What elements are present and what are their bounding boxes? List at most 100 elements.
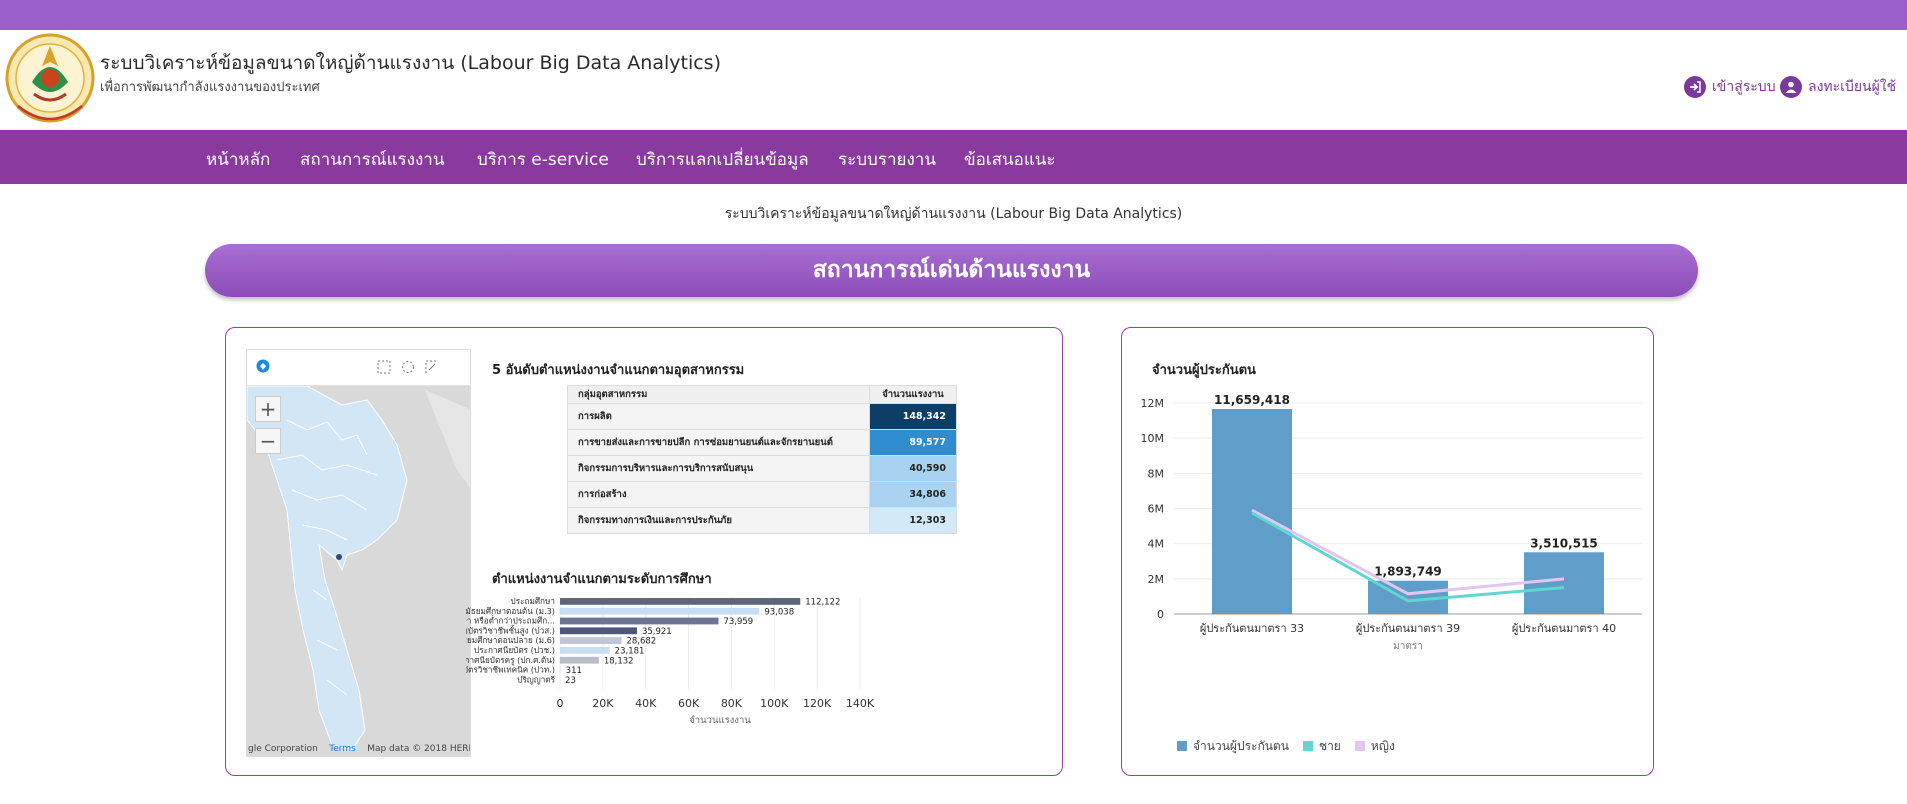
map-credit: gle Corporation Terms Map data © 2018 HE… bbox=[247, 744, 470, 754]
category-label: มัธยมศึกษาตอนปลาย (ม.6) bbox=[466, 635, 555, 645]
industry-count-cell: 34,806 bbox=[869, 481, 957, 508]
nav-item-e-service[interactable]: บริการ e-service bbox=[477, 146, 609, 173]
category-label: ประกาศนียบัตรวิชาชีพเทคนิค (ปวท.) bbox=[466, 665, 555, 675]
industry-count-cell: 40,590 bbox=[869, 455, 957, 482]
education-bar bbox=[560, 666, 561, 674]
y-tick-label: 4M bbox=[1148, 538, 1165, 551]
map-terms-link[interactable]: Terms bbox=[329, 744, 356, 754]
category-label: มัธยมศึกษาตอนต้น (ม.3) bbox=[466, 606, 555, 616]
category-label: ไม่ได้รับการศึกษา หรือต่ำกว่าประถมศึก... bbox=[466, 615, 555, 626]
bar-value-label: 23 bbox=[565, 676, 576, 686]
education-bar bbox=[560, 656, 599, 664]
section-banner: สถานการณ์เด่นด้านแรงงาน bbox=[205, 244, 1698, 297]
legend-item-male[interactable]: ชาย bbox=[1302, 737, 1341, 756]
category-label: ประกาศนียบัตร (ปวช.) bbox=[474, 645, 555, 655]
ministry-seal-icon[interactable] bbox=[4, 32, 96, 130]
bar-value-label: 28,682 bbox=[626, 637, 656, 647]
bar-value-label: 35,921 bbox=[642, 627, 672, 637]
lasso-tool-icon[interactable] bbox=[401, 360, 415, 374]
legend-item-total[interactable]: จำนวนผู้ประกันตน bbox=[1177, 737, 1289, 756]
register-label: ลงทะเบียนผู้ใช้ bbox=[1808, 79, 1897, 95]
industry-count-cell: 12,303 bbox=[869, 507, 957, 534]
map-pin-icon[interactable] bbox=[256, 359, 270, 373]
industry-count-cell: 89,577 bbox=[869, 429, 957, 456]
y-tick-label: 8M bbox=[1148, 467, 1165, 480]
category-label: ผู้ประกันตนมาตรา 39 bbox=[1356, 622, 1460, 635]
bar-value-label: 93,038 bbox=[764, 607, 794, 617]
education-bar bbox=[560, 627, 637, 635]
site-title: ระบบวิเคราะห์ข้อมูลขนาดใหญ่ด้านแรงงาน (L… bbox=[100, 52, 721, 74]
bar-value-label: 3,510,515 bbox=[1530, 536, 1598, 550]
login-icon bbox=[1684, 76, 1706, 98]
education-bar bbox=[560, 647, 610, 654]
y-tick-label: 10M bbox=[1141, 432, 1165, 445]
register-link[interactable]: ลงทะเบียนผู้ใช้ bbox=[1780, 76, 1896, 98]
nav-item-feedback[interactable]: ข้อเสนอแนะ bbox=[964, 146, 1056, 173]
zoom-in-button[interactable]: + bbox=[255, 396, 281, 422]
education-bar bbox=[560, 637, 622, 644]
education-bar bbox=[560, 676, 561, 684]
y-tick-label: 6M bbox=[1148, 503, 1165, 516]
map-credit-here: Map data © 2018 HERE bbox=[367, 744, 471, 754]
table-row[interactable]: กิจกรรมทางการเงินและการประกันภัย 12,303 bbox=[567, 507, 957, 534]
category-label: ผู้ประกันตนมาตรา 33 bbox=[1200, 622, 1304, 635]
industry-count-cell: 148,342 bbox=[869, 403, 957, 430]
x-axis-title: จำนวนแรงงาน bbox=[689, 715, 751, 726]
bar-value-label: 311 bbox=[566, 666, 582, 676]
table-header-row: กลุ่มอุตสาหกรรม จำนวนแรงงาน bbox=[567, 385, 957, 404]
category-label: ปริญญาตรี bbox=[517, 674, 555, 684]
x-tick-label: 80K bbox=[721, 697, 743, 710]
bar-value-label: 1,893,749 bbox=[1374, 565, 1442, 579]
insured-persons-panel: จำนวนผู้ประกันตน 0 2M 4M 6M 8M 10M 12M 11,659,4… bbox=[1121, 327, 1654, 776]
insured-chart-legend: จำนวนผู้ประกันตน ชาย หญิง bbox=[1177, 737, 1395, 756]
table-row[interactable]: การขายส่งและการขายปลีก การซ่อมยานยนต์และ… bbox=[567, 429, 957, 456]
legend-item-female[interactable]: หญิง bbox=[1354, 737, 1395, 756]
table-row[interactable]: กิจกรรมการบริหารและการบริการสนับสนุน 40,5… bbox=[567, 455, 957, 482]
table-row[interactable]: การผลิต 148,342 bbox=[567, 403, 957, 430]
bar-value-label: 73,959 bbox=[723, 617, 753, 627]
x-tick-label: 60K bbox=[678, 697, 700, 710]
thailand-map[interactable]: + − gle Corporation Terms Map data © 201… bbox=[246, 349, 471, 757]
y-tick-label: 0 bbox=[1157, 608, 1164, 621]
x-tick-label: 0 bbox=[557, 697, 564, 710]
x-tick-label: 20K bbox=[592, 697, 614, 710]
insured-combo-chart: 0 2M 4M 6M 8M 10M 12M 11,659,418 ผู้ประกันตนมาตร… bbox=[1141, 393, 1642, 652]
industry-name-cell: การขายส่งและการขายปลีก การซ่อมยานยนต์และ… bbox=[567, 429, 870, 456]
labour-positions-panel: + − gle Corporation Terms Map data © 201… bbox=[225, 327, 1063, 776]
nav-item-home[interactable]: หน้าหลัก bbox=[206, 146, 270, 173]
site-subtitle: เพื่อการพัฒนากำลังแรงงานของประเทศ bbox=[100, 80, 320, 95]
industry-name-cell: กิจกรรมทางการเงินและการประกันภัย bbox=[567, 507, 870, 534]
industry-name-cell: การก่อสร้าง bbox=[567, 481, 870, 508]
col-header-industry: กลุ่มอุตสาหกรรม bbox=[567, 385, 870, 404]
bar-value-label: 23,181 bbox=[615, 647, 645, 657]
login-link[interactable]: เข้าสู่ระบบ bbox=[1684, 76, 1776, 98]
main-nav: หน้าหลัก สถานการณ์แรงงาน บริการ e-servic… bbox=[0, 130, 1907, 184]
nav-item-reports[interactable]: ระบบรายงาน bbox=[838, 146, 936, 173]
insured-bar bbox=[1524, 552, 1604, 614]
select-tool-icon[interactable] bbox=[377, 360, 391, 374]
education-chart-title: ตำแหน่งงานจำแนกตามระดับการศึกษา bbox=[492, 572, 712, 587]
breadcrumb: ระบบวิเคราะห์ข้อมูลขนาดใหญ่ด้านแรงงาน (L… bbox=[724, 206, 1183, 222]
radial-select-icon[interactable] bbox=[425, 360, 439, 374]
industry-name-cell: การผลิต bbox=[567, 403, 870, 430]
x-tick-label: 100K bbox=[760, 697, 789, 710]
education-bar-chart: 0 20K 40K 60K 80K 100K 120K 140K ประถมศึกษา 112,1… bbox=[466, 596, 875, 726]
table-row[interactable]: การก่อสร้าง 34,806 bbox=[567, 481, 957, 508]
nav-item-data-exchange[interactable]: บริการแลกเปลี่ยนข้อมูล bbox=[636, 146, 809, 173]
category-label: ประถมศึกษา bbox=[511, 596, 556, 606]
industry-table: กลุ่มอุตสาหกรรม จำนวนแรงงาน การผลิต 148,3… bbox=[567, 385, 957, 534]
y-tick-label: 12M bbox=[1141, 397, 1165, 410]
category-label: ผู้ประกันตนมาตรา 40 bbox=[1512, 622, 1616, 635]
x-tick-label: 140K bbox=[846, 697, 875, 710]
x-tick-label: 120K bbox=[803, 697, 832, 710]
education-bar bbox=[560, 607, 760, 615]
y-tick-label: 2M bbox=[1148, 573, 1165, 586]
x-axis-title: มาตรา bbox=[1393, 641, 1423, 652]
login-label: เข้าสู่ระบบ bbox=[1712, 79, 1776, 95]
bar-value-label: 112,122 bbox=[805, 598, 840, 608]
nav-item-labour-situation[interactable]: สถานการณ์แรงงาน bbox=[300, 146, 444, 173]
col-header-count: จำนวนแรงงาน bbox=[869, 385, 957, 404]
insured-chart-title: จำนวนผู้ประกันตน bbox=[1152, 363, 1256, 378]
site-header: ระบบวิเคราะห์ข้อมูลขนาดใหญ่ด้านแรงงาน (L… bbox=[0, 30, 1907, 130]
zoom-out-button[interactable]: − bbox=[255, 428, 281, 454]
